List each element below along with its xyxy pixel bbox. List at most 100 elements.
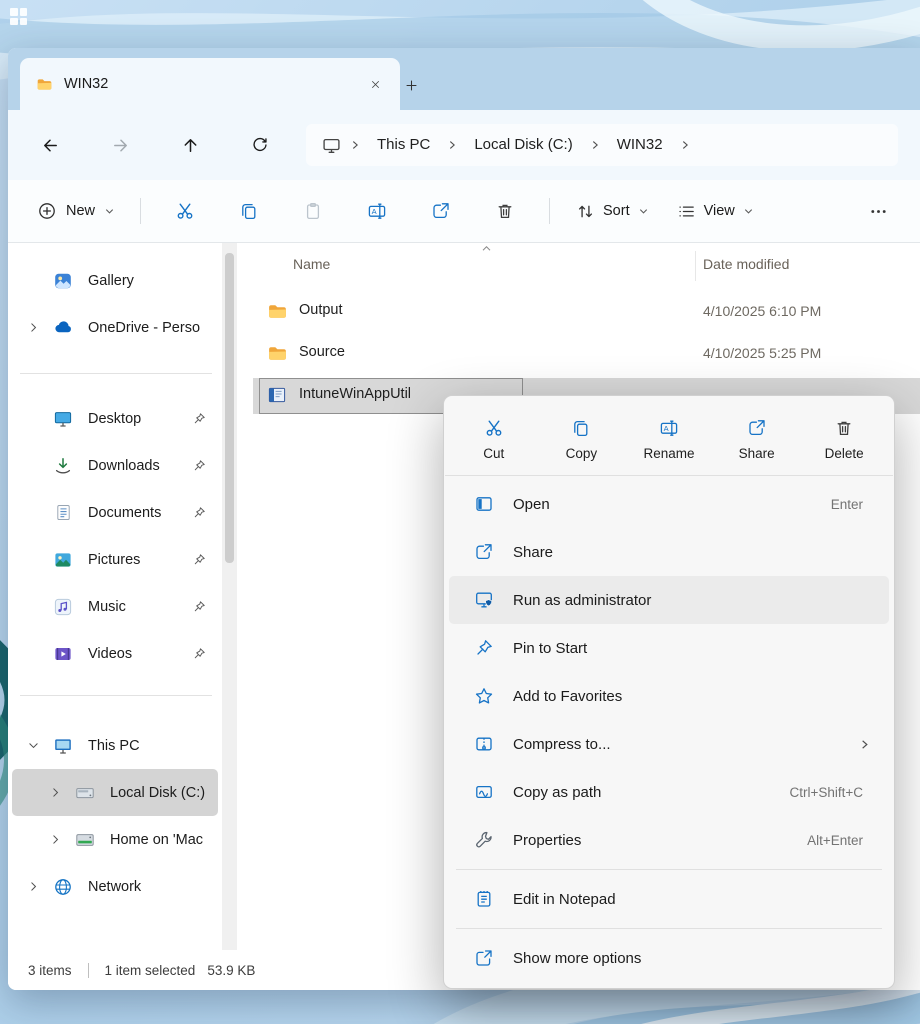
show-more-options-icon	[474, 948, 494, 968]
sort-ascending-icon	[481, 245, 492, 252]
breadcrumb-chevron-icon	[349, 139, 361, 151]
sidebar-item-pictures[interactable]: Pictures	[12, 536, 218, 583]
sort-button[interactable]: Sort	[562, 193, 663, 230]
forward-button[interactable]	[100, 125, 140, 165]
new-tab-button[interactable]	[396, 71, 426, 99]
address-bar[interactable]: This PC Local Disk (C:) WIN32	[306, 124, 898, 166]
wrench-icon	[474, 830, 494, 850]
file-row-output[interactable]: Output 4/10/2025 6:10 PM	[237, 291, 920, 333]
status-item-count: 3 items	[28, 963, 72, 978]
shield-monitor-icon	[474, 590, 494, 610]
chevron-right-icon[interactable]	[44, 786, 66, 799]
share-icon	[747, 418, 767, 438]
navigation-bar: This PC Local Disk (C:) WIN32	[8, 110, 920, 180]
status-divider	[88, 963, 89, 978]
menu-item-open[interactable]: Open Enter	[449, 480, 889, 528]
back-button[interactable]	[30, 125, 70, 165]
up-button[interactable]	[170, 125, 210, 165]
menu-item-copy-as-path[interactable]: Copy as path Ctrl+Shift+C	[449, 768, 889, 816]
breadcrumb-chevron-icon[interactable]	[679, 139, 691, 151]
column-header-name[interactable]: Name	[293, 256, 330, 272]
pin-icon	[474, 638, 494, 658]
sidebar-item-home-on-mac[interactable]: Home on 'Mac	[12, 816, 218, 863]
application-icon	[267, 385, 287, 405]
breadcrumb-chevron-icon	[446, 139, 458, 151]
videos-icon	[52, 644, 74, 664]
column-divider[interactable]	[695, 251, 696, 281]
menu-item-properties[interactable]: Properties Alt+Enter	[449, 816, 889, 864]
sidebar-scrollbar[interactable]	[222, 243, 237, 950]
new-button[interactable]: New	[24, 192, 128, 230]
sidebar-item-documents[interactable]: Documents	[12, 489, 218, 536]
tab-bar: WIN32	[8, 48, 920, 110]
breadcrumb-local-disk[interactable]: Local Disk (C:)	[460, 128, 586, 162]
paste-button[interactable]	[281, 191, 345, 231]
context-menu: Cut Copy A Rename Share Delete	[443, 395, 895, 989]
svg-text:A: A	[372, 207, 377, 216]
chevron-down-icon[interactable]	[22, 740, 44, 751]
sidebar-item-music[interactable]: Music	[12, 583, 218, 630]
tab-win32[interactable]: WIN32	[20, 58, 400, 110]
open-icon	[474, 494, 494, 514]
quick-action-copy[interactable]: Copy	[538, 408, 626, 463]
delete-button[interactable]	[473, 191, 537, 231]
quick-action-cut[interactable]: Cut	[450, 408, 538, 463]
menu-item-show-more-options[interactable]: Show more options	[449, 934, 889, 982]
sidebar-item-desktop[interactable]: Desktop	[12, 395, 218, 442]
menu-item-pin-to-start[interactable]: Pin to Start	[449, 624, 889, 672]
menu-divider	[445, 475, 893, 476]
refresh-button[interactable]	[240, 125, 280, 165]
delete-icon	[834, 418, 854, 438]
chevron-right-icon[interactable]	[44, 833, 66, 846]
sidebar-item-local-disk-c[interactable]: Local Disk (C:)	[12, 769, 218, 816]
copy-button[interactable]	[217, 191, 281, 231]
rename-icon: A	[659, 418, 679, 438]
rename-button[interactable]: A	[345, 191, 409, 231]
scrollbar-thumb[interactable]	[225, 253, 234, 563]
cut-icon	[484, 418, 504, 438]
cut-button[interactable]	[153, 191, 217, 231]
hard-disk-icon	[74, 783, 96, 803]
star-icon	[474, 686, 494, 706]
sidebar-item-network[interactable]: Network	[12, 863, 218, 910]
sidebar-item-videos[interactable]: Videos	[12, 630, 218, 677]
this-pc-icon	[322, 136, 341, 155]
tab-close-icon[interactable]	[362, 71, 388, 97]
windows-taskbar-logo-icon[interactable]	[10, 8, 27, 25]
network-globe-icon	[52, 877, 74, 897]
sidebar-item-gallery[interactable]: Gallery	[12, 257, 218, 304]
quick-action-delete[interactable]: Delete	[800, 408, 888, 463]
file-row-source[interactable]: Source 4/10/2025 5:25 PM	[237, 333, 920, 375]
this-pc-monitor-icon	[52, 736, 74, 756]
chevron-right-icon[interactable]	[22, 321, 44, 334]
menu-item-add-to-favorites[interactable]: Add to Favorites	[449, 672, 889, 720]
more-options-button[interactable]	[853, 192, 904, 231]
onedrive-cloud-icon	[52, 317, 74, 338]
new-button-label: New	[66, 203, 95, 219]
sort-button-label: Sort	[603, 203, 630, 219]
quick-action-rename[interactable]: A Rename	[625, 408, 713, 463]
menu-divider	[456, 928, 882, 929]
sidebar-item-downloads[interactable]: Downloads	[12, 442, 218, 489]
folder-icon	[267, 301, 288, 322]
breadcrumb-this-pc[interactable]: This PC	[363, 128, 444, 162]
copy-as-path-icon	[474, 782, 494, 802]
menu-item-edit-in-notepad[interactable]: Edit in Notepad	[449, 875, 889, 923]
sidebar-item-this-pc[interactable]: This PC	[12, 722, 218, 769]
view-icon	[677, 202, 696, 221]
column-header-date-modified[interactable]: Date modified	[703, 256, 789, 272]
sidebar-item-onedrive[interactable]: OneDrive - Perso	[12, 304, 218, 351]
chevron-right-icon[interactable]	[22, 880, 44, 893]
sidebar-divider	[20, 695, 212, 696]
pin-icon	[193, 553, 206, 566]
quick-action-share[interactable]: Share	[713, 408, 801, 463]
menu-item-share[interactable]: Share	[449, 528, 889, 576]
share-button[interactable]	[409, 191, 473, 231]
menu-item-run-as-administrator[interactable]: Run as administrator	[449, 576, 889, 624]
column-headers: Name Date modified	[237, 243, 920, 289]
tab-title: WIN32	[64, 76, 351, 92]
view-button[interactable]: View	[663, 193, 768, 230]
menu-item-compress-to[interactable]: Compress to...	[449, 720, 889, 768]
breadcrumb-win32[interactable]: WIN32	[603, 128, 677, 162]
network-drive-icon	[74, 830, 96, 850]
